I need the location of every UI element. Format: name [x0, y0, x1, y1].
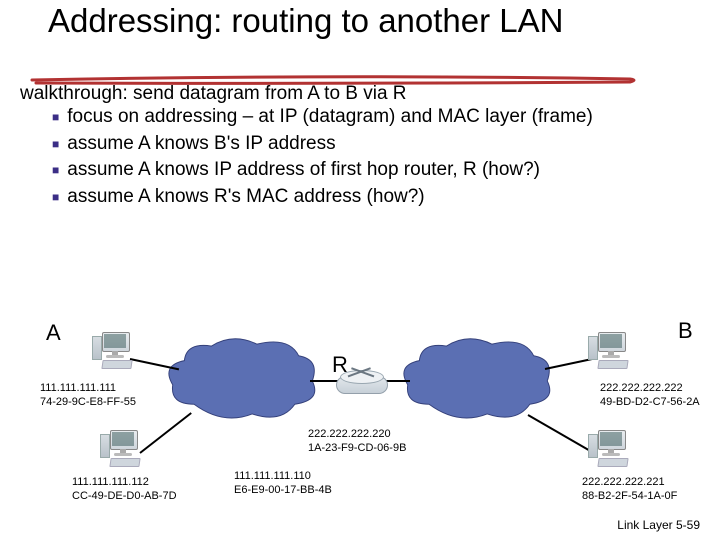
bullet-item: assume A knows IP address of first hop r…: [67, 158, 540, 183]
ip-text: 222.222.222.221: [582, 476, 677, 490]
node-label-a: A: [46, 320, 61, 346]
mac-text: E6-E9-00-17-BB-4B: [234, 484, 332, 498]
mac-text: CC-49-DE-D0-AB-7D: [72, 490, 177, 504]
addr-a2: 111.111.111.112 CC-49-DE-D0-AB-7D: [72, 476, 177, 504]
link-line: [528, 414, 590, 451]
bullet-square-icon: ■: [52, 185, 59, 209]
ip-text: 222.222.222.220: [308, 428, 406, 442]
mac-text: 74-29-9C-E8-FF-55: [40, 396, 136, 410]
ip-text: 222.222.222.222: [600, 382, 700, 396]
ip-text: 111.111.111.110: [234, 470, 332, 484]
router-icon: [336, 370, 386, 396]
host-icon: [588, 332, 632, 372]
bullet-list: ■ focus on addressing – at IP (datagram) …: [52, 105, 692, 212]
bullet-square-icon: ■: [52, 132, 59, 156]
host-icon: [588, 430, 632, 470]
bullet-item: focus on addressing – at IP (datagram) a…: [67, 105, 593, 130]
mac-text: 88-B2-2F-54-1A-0F: [582, 490, 677, 504]
slide-footer: Link Layer 5-59: [617, 518, 700, 532]
lan-cloud-left: [165, 335, 320, 425]
slide-title: Addressing: routing to another LAN: [48, 2, 668, 40]
addr-r-right: 222.222.222.220 1A-23-F9-CD-06-9B: [308, 428, 406, 456]
ip-text: 111.111.111.111: [40, 382, 136, 396]
lan-cloud-right: [400, 335, 555, 425]
bullet-square-icon: ■: [52, 158, 59, 182]
addr-r-left: 111.111.111.110 E6-E9-00-17-BB-4B: [234, 470, 332, 498]
bullet-square-icon: ■: [52, 105, 59, 129]
node-label-b: B: [678, 318, 693, 344]
bullet-item: assume A knows R's MAC address (how?): [67, 185, 424, 210]
bullet-item: assume A knows B's IP address: [67, 132, 335, 157]
mac-text: 1A-23-F9-CD-06-9B: [308, 442, 406, 456]
title-underline: [30, 72, 650, 82]
addr-b: 222.222.222.222 49-BD-D2-C7-56-2A: [600, 382, 700, 410]
network-diagram: A B R 111.111.111.111 74-29-9C-E8-FF-55: [0, 280, 720, 520]
mac-text: 49-BD-D2-C7-56-2A: [600, 396, 700, 410]
addr-b2: 222.222.222.221 88-B2-2F-54-1A-0F: [582, 476, 677, 504]
intro-text: walkthrough: send datagram from A to B v…: [20, 83, 407, 105]
ip-text: 111.111.111.112: [72, 476, 177, 490]
addr-a: 111.111.111.111 74-29-9C-E8-FF-55: [40, 382, 136, 410]
host-icon: [100, 430, 144, 470]
host-icon: [92, 332, 136, 372]
